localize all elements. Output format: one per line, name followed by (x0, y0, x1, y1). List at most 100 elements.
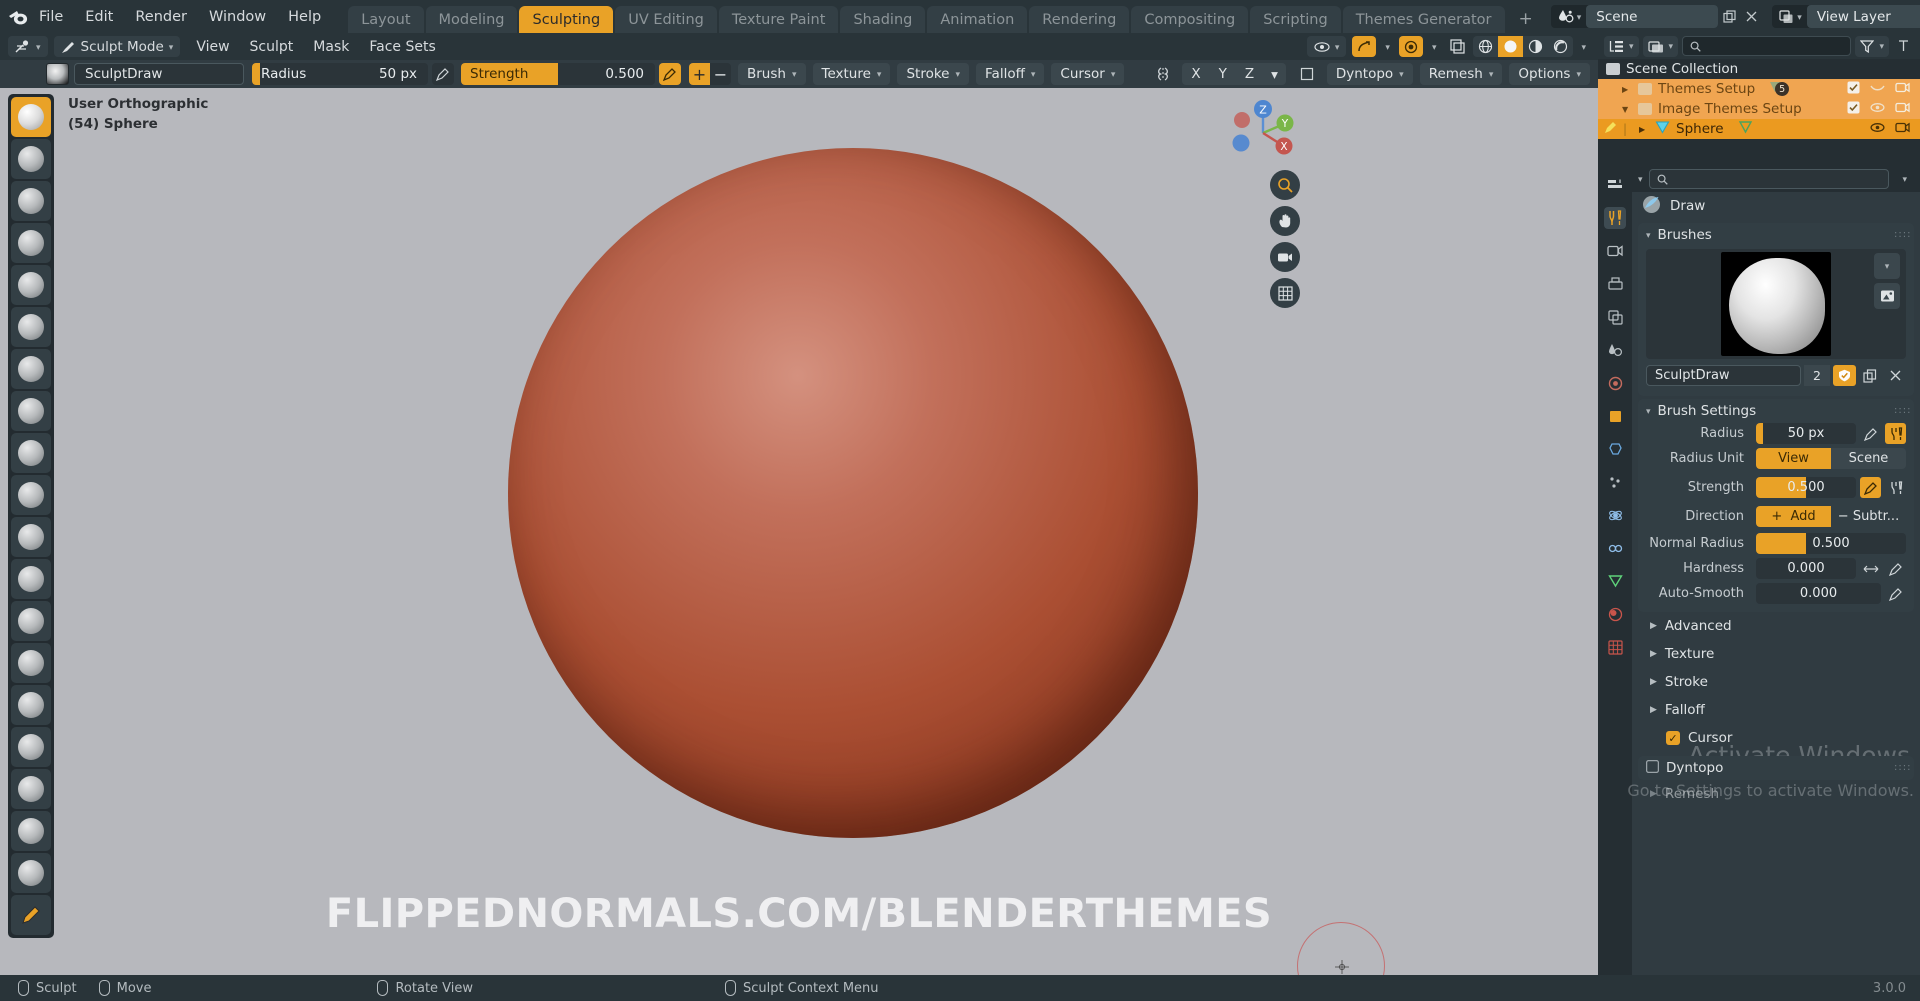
disable-in-renders-icon[interactable] (1895, 121, 1910, 138)
tool-draw-sharp[interactable] (11, 139, 51, 179)
delete-scene-icon[interactable] (1740, 6, 1762, 28)
tab-object-properties[interactable] (1604, 405, 1626, 427)
chevron-down-icon[interactable]: ▾ (1646, 231, 1651, 241)
rendered-shading-button[interactable] (1548, 36, 1573, 57)
panel-grip-icon[interactable]: :::: (1894, 406, 1910, 416)
radius-unit-scene-option[interactable]: Scene (1831, 448, 1906, 469)
brush-settings-panel-header[interactable]: ▾ Brush Settings :::: (1638, 399, 1914, 423)
tab-layout[interactable]: Layout (348, 6, 424, 35)
section-remesh[interactable]: ▶ Remesh (1632, 780, 1920, 808)
checkbox-icon[interactable]: ✓ (1666, 731, 1680, 745)
direction-subtract-option[interactable]: − Subtr... (1831, 506, 1906, 527)
tab-sculpting[interactable]: Sculpting (519, 6, 614, 35)
chevron-down-icon[interactable]: ▾ (1263, 64, 1286, 85)
tab-output-properties[interactable] (1604, 273, 1626, 295)
symmetry-axis-x[interactable]: X (1182, 63, 1209, 85)
direction-add-button[interactable]: + (689, 63, 710, 85)
symmetry-icon[interactable] (1150, 64, 1176, 85)
zoom-icon[interactable] (1270, 170, 1300, 200)
editor-type-selector[interactable]: ▾ (8, 36, 48, 57)
strength-slider[interactable]: Strength 0.500 (461, 63, 655, 85)
pan-hand-icon[interactable] (1270, 206, 1300, 236)
outliner-row-themes-setup[interactable]: ▶ Themes Setup 5 (1598, 79, 1920, 99)
menu-window[interactable]: Window (198, 6, 277, 28)
radius-row-slider[interactable]: 50 px (1756, 423, 1856, 444)
tool-clay[interactable] (11, 181, 51, 221)
tab-rendering[interactable]: Rendering (1029, 6, 1130, 35)
panel-grip-icon[interactable]: :::: (1894, 763, 1910, 773)
tool-flatten[interactable] (11, 517, 51, 557)
proportional-falloff-dropdown[interactable]: ▾ (1427, 36, 1442, 57)
outliner-filter-icon[interactable]: ▾ (1855, 35, 1889, 57)
tab-shading[interactable]: Shading (840, 6, 926, 35)
snap-toggle[interactable] (1352, 36, 1377, 57)
brush-thumbnail[interactable] (46, 63, 69, 85)
viewport-menu-face-sets[interactable]: Face Sets (359, 37, 445, 57)
visibility-selector[interactable]: ▾ (1306, 36, 1347, 57)
tab-compositing[interactable]: Compositing (1131, 6, 1249, 35)
tool-snake-hook[interactable] (11, 769, 51, 809)
tool-inflate[interactable] (11, 349, 51, 389)
chevron-down-icon[interactable]: ▼ (1622, 105, 1632, 114)
properties-options-chevron-icon[interactable]: ▾ (1895, 175, 1914, 185)
stroke-dropdown[interactable]: Stroke ▾ (897, 63, 970, 85)
chevron-right-icon[interactable]: ▶ (1622, 85, 1632, 94)
falloff-dropdown[interactable]: Falloff ▾ (976, 63, 1045, 85)
wireframe-shading-button[interactable] (1473, 36, 1498, 57)
menu-file[interactable]: File (28, 6, 74, 28)
tab-uv-editing[interactable]: UV Editing (615, 6, 717, 35)
scene-data-icon[interactable]: ▾ (1551, 5, 1587, 28)
dyntopo-dropdown[interactable]: Dyntopo ▾ (1326, 63, 1413, 85)
brush-datablock-name[interactable]: SculptDraw (1646, 365, 1801, 386)
tool-clay-thumb[interactable] (11, 265, 51, 305)
brush-users-count[interactable]: 2 (1804, 365, 1830, 386)
menu-help[interactable]: Help (277, 6, 332, 28)
texture-dropdown[interactable]: Texture ▾ (812, 63, 891, 85)
dyntopo-toggle-icon[interactable] (1294, 64, 1320, 85)
shading-options-dropdown[interactable]: ▾ (1577, 36, 1590, 57)
mode-selector[interactable]: Sculpt Mode ▾ (53, 36, 181, 57)
radius-unified-icon[interactable] (1885, 423, 1906, 444)
hide-in-viewport-icon[interactable] (1870, 81, 1885, 97)
strength-unified-icon[interactable] (1885, 477, 1906, 498)
tool-clay-strips[interactable] (11, 223, 51, 263)
tab-particle-properties[interactable] (1604, 471, 1626, 493)
tab-material-properties[interactable] (1604, 603, 1626, 625)
snap-options-dropdown[interactable]: ▾ (1380, 36, 1395, 57)
tool-scrape[interactable] (11, 601, 51, 641)
tab-physics-properties[interactable] (1604, 504, 1626, 526)
tool-thumb[interactable] (11, 811, 51, 851)
outliner-row-scene-collection[interactable]: Scene Collection (1598, 59, 1920, 79)
tab-render-properties[interactable] (1604, 240, 1626, 262)
auto-smooth-slider[interactable]: 0.000 (1756, 583, 1881, 604)
panel-grip-icon[interactable]: :::: (1894, 230, 1910, 240)
chevron-down-icon[interactable]: ▾ (1638, 175, 1643, 185)
checkbox-icon[interactable] (1847, 81, 1860, 98)
direction-subtract-button[interactable]: − (710, 63, 731, 85)
tool-pinch[interactable] (11, 643, 51, 683)
properties-editor-type-icon[interactable] (1604, 174, 1626, 196)
add-workspace-button[interactable]: + (1507, 6, 1545, 32)
proportional-edit-toggle[interactable] (1398, 36, 1423, 57)
tab-world-properties[interactable] (1604, 372, 1626, 394)
section-dyntopo[interactable]: Dyntopo :::: (1638, 756, 1914, 780)
tab-scripting[interactable]: Scripting (1250, 6, 1341, 35)
view-layer-icon[interactable]: ▾ (1772, 5, 1807, 28)
unlink-brush-icon[interactable] (1884, 365, 1906, 386)
viewport-menu-mask[interactable]: Mask (303, 37, 359, 57)
direction-add-option[interactable]: + Add (1756, 506, 1831, 527)
viewport-menu-view[interactable]: View (186, 37, 239, 57)
menu-edit[interactable]: Edit (74, 6, 124, 28)
brush-dropdown[interactable]: Brush ▾ (738, 63, 806, 85)
brushes-panel-header[interactable]: ▾ Brushes :::: (1638, 223, 1914, 247)
tool-draw[interactable] (11, 97, 51, 137)
radius-pressure-icon[interactable] (1860, 423, 1881, 444)
scene-name-field[interactable]: Scene (1586, 5, 1719, 28)
section-falloff[interactable]: ▶ Falloff (1632, 696, 1920, 724)
new-scene-icon[interactable] (1718, 6, 1740, 28)
section-texture[interactable]: ▶ Texture (1632, 640, 1920, 668)
sphere-object[interactable] (508, 148, 1198, 838)
menu-render[interactable]: Render (124, 6, 198, 28)
tab-animation[interactable]: Animation (927, 6, 1028, 35)
solid-shading-button[interactable] (1498, 36, 1524, 57)
